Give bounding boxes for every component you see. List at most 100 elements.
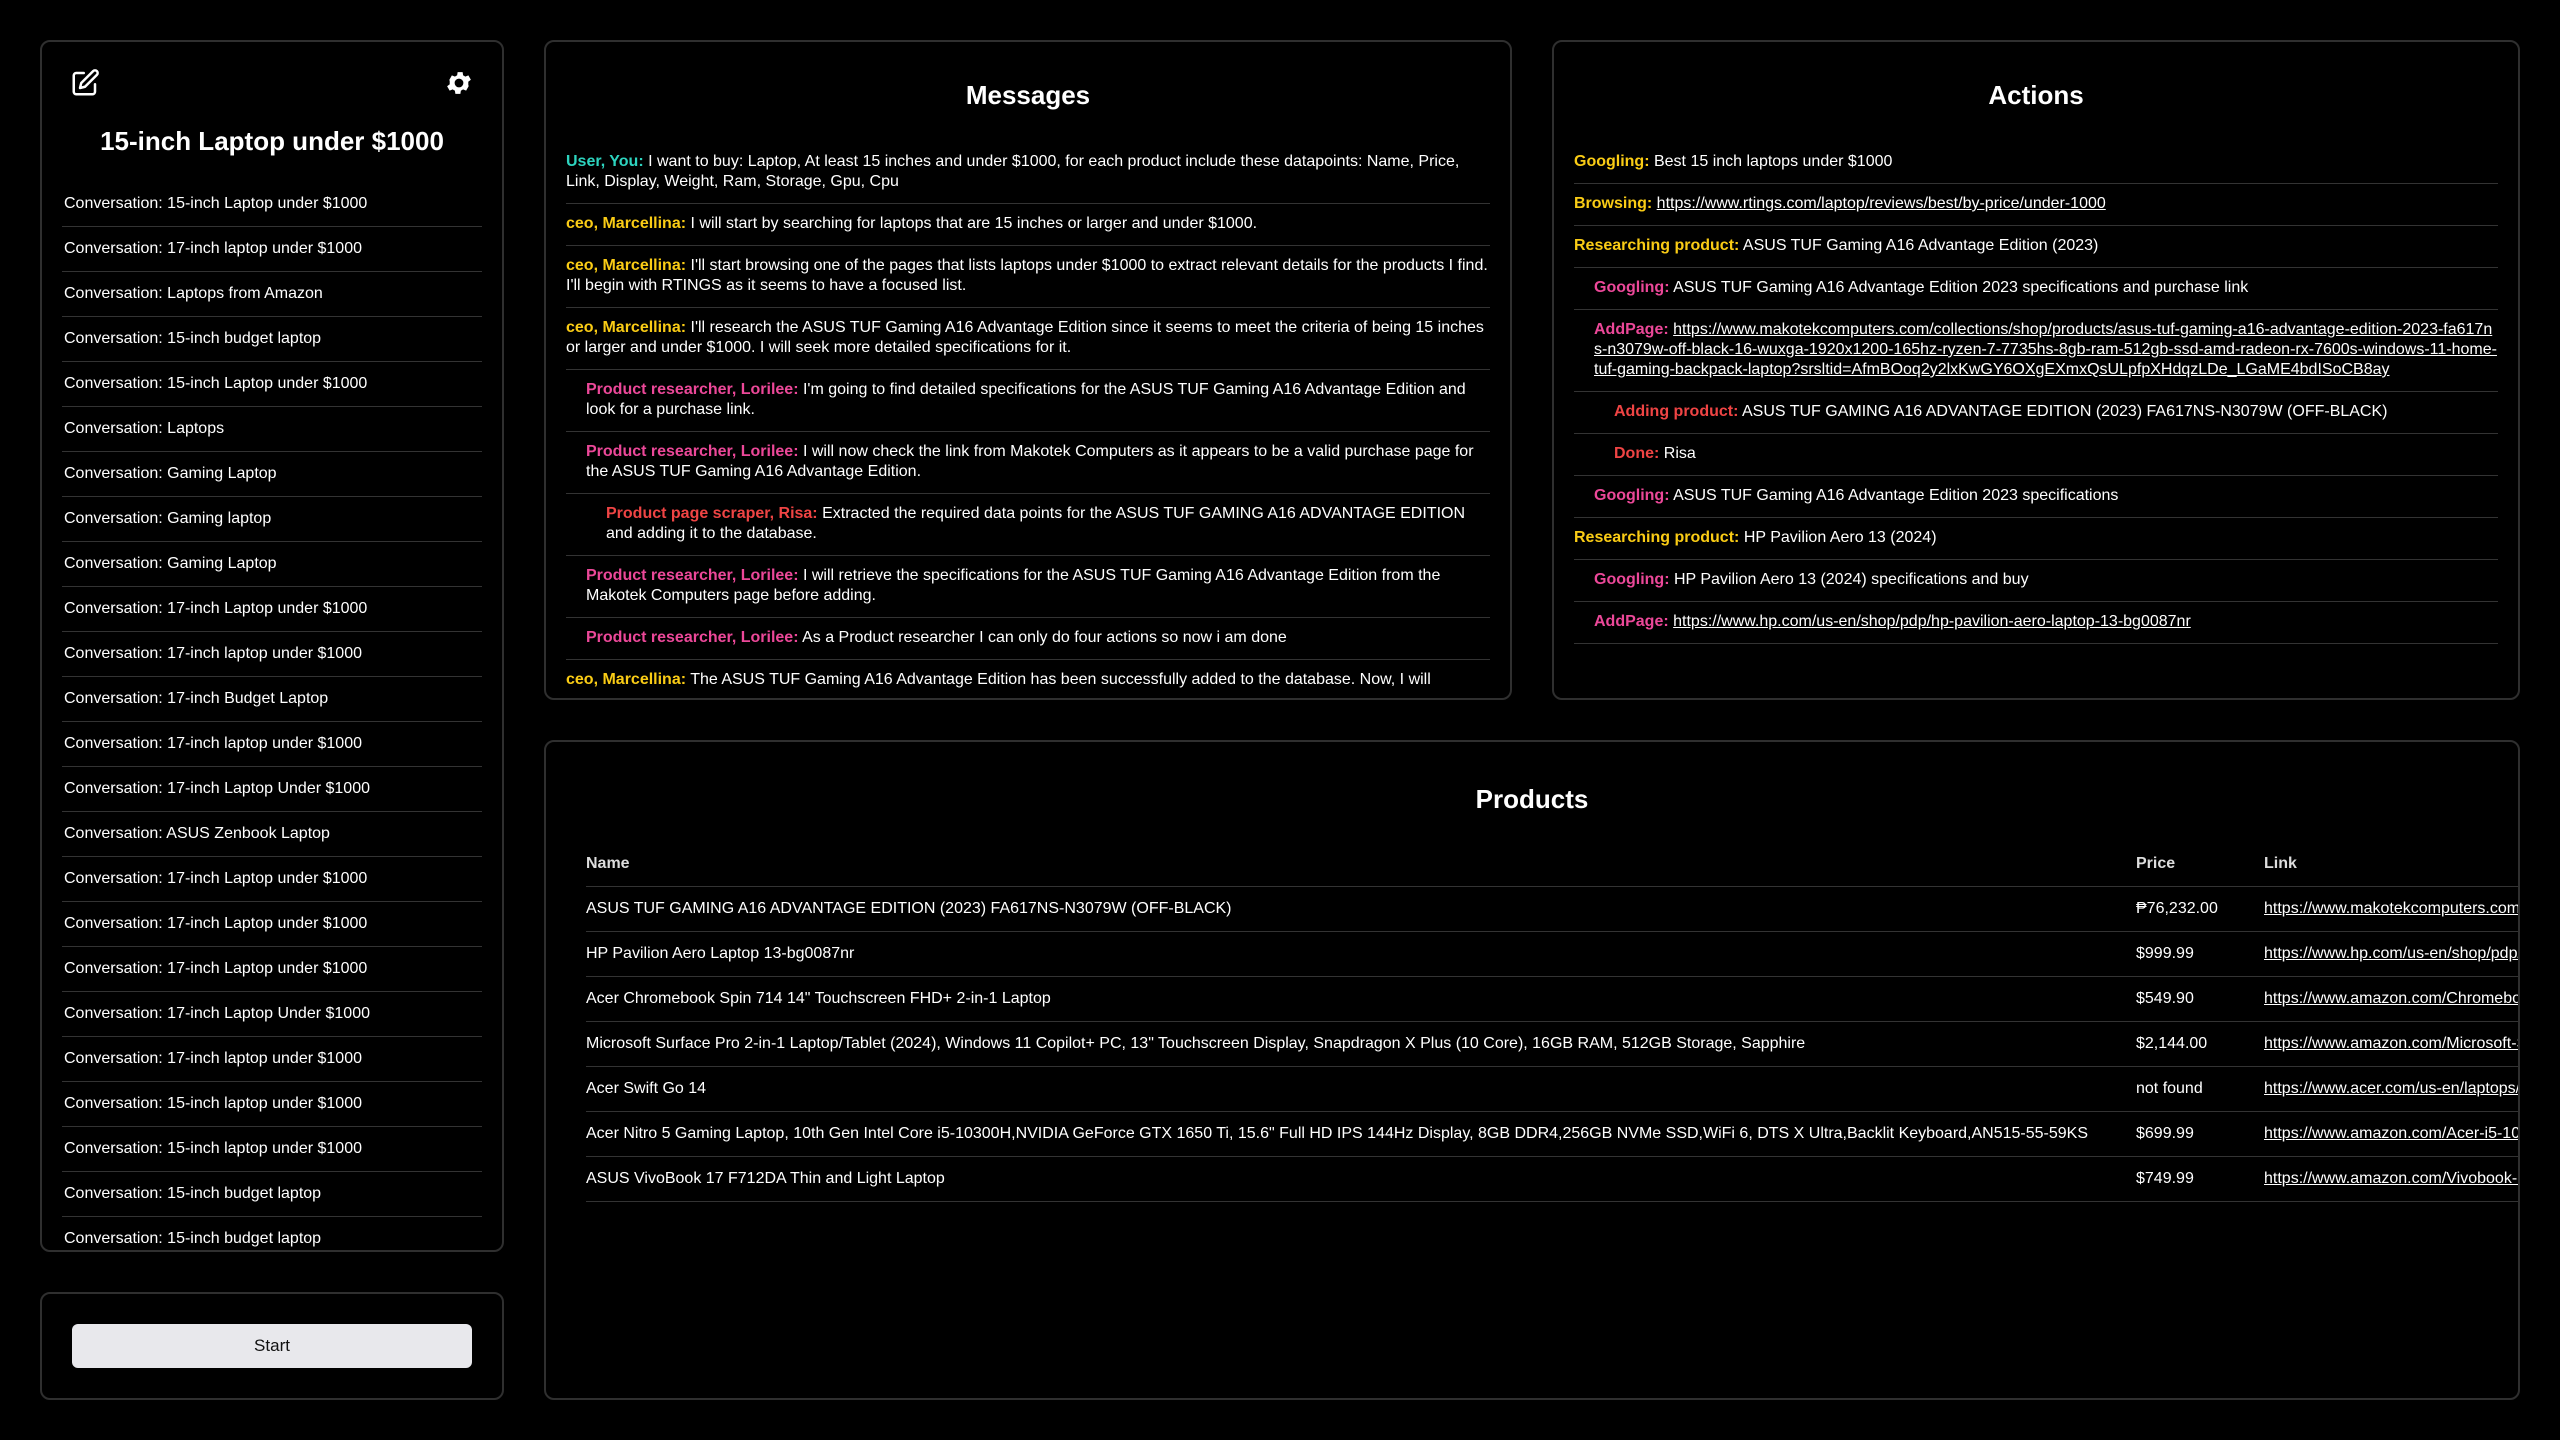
product-link[interactable]: https://www.amazon.com/Acer-i5-10300H [2264,1125,2518,1142]
action-text: HP Pavilion Aero 13 (2024) specification… [1673,571,2029,588]
conversation-item[interactable]: Conversation: 17-inch laptop under $1000 [62,722,482,767]
conversation-item[interactable]: Conversation: Gaming Laptop [62,452,482,497]
action-item: Done: Risa [1574,434,2498,476]
action-item: Googling: ASUS TUF Gaming A16 Advantage … [1574,268,2498,310]
message-speaker: ceo, Marcellina: [566,257,687,274]
message-item: Product researcher, Lorilee: I'm going t… [566,370,1490,432]
action-label: Adding product: [1614,403,1739,420]
conversation-item[interactable]: Conversation: Gaming laptop [62,497,482,542]
action-link[interactable]: https://www.rtings.com/laptop/reviews/be… [1657,195,2106,212]
conversation-item[interactable]: Conversation: 17-inch laptop under $1000 [62,227,482,272]
product-link-cell: https://www.acer.com/us-en/laptops/swift… [2264,1066,2518,1112]
action-text: ASUS TUF Gaming A16 Advantage Edition 20… [1673,487,2119,504]
message-item: Product researcher, Lorilee: As a Produc… [566,618,1490,660]
table-row: ASUS TUF GAMING A16 ADVANTAGE EDITION (2… [586,886,2518,932]
conversation-item[interactable]: Conversation: ASUS Zenbook Laptop [62,812,482,857]
action-label: AddPage: [1594,613,1669,630]
action-text: ASUS TUF Gaming A16 Advantage Edition 20… [1673,279,2249,296]
message-list: User, You: I want to buy: Laptop, At lea… [566,142,1490,698]
action-link[interactable]: https://www.makotekcomputers.com/collect… [1594,321,2497,378]
product-link[interactable]: https://www.hp.com/us-en/shop/pdp/hp-pav… [2264,945,2518,962]
message-speaker: Product researcher, Lorilee: [586,443,799,460]
message-item: Product researcher, Lorilee: I will retr… [566,556,1490,618]
product-name-cell: ASUS VivoBook 17 F712DA Thin and Light L… [586,1156,2136,1202]
start-button[interactable]: Start [72,1324,472,1368]
table-row: Acer Chromebook Spin 714 14" Touchscreen… [586,976,2518,1022]
gear-icon[interactable] [444,68,474,98]
edit-icon[interactable] [70,68,100,98]
action-label: Googling: [1594,279,1670,296]
table-row: ASUS VivoBook 17 F712DA Thin and Light L… [586,1156,2518,1202]
conversation-item[interactable]: Conversation: 17-inch Laptop under $1000 [62,857,482,902]
message-text: I'll start browsing one of the pages tha… [566,257,1488,294]
product-price-cell: $549.90 [2136,976,2264,1022]
messages-panel: Messages User, You: I want to buy: Lapto… [544,40,1512,700]
start-panel: Start [40,1292,504,1400]
conversation-item[interactable]: Conversation: 15-inch laptop under $1000 [62,1127,482,1172]
message-item: ceo, Marcellina: I will start by searchi… [566,204,1490,246]
message-speaker: ceo, Marcellina: [566,319,687,336]
action-item: Browsing: https://www.rtings.com/laptop/… [1574,184,2498,226]
conversation-item[interactable]: Conversation: 17-inch laptop under $1000 [62,632,482,677]
conversation-item[interactable]: Conversation: 17-inch Laptop under $1000 [62,587,482,632]
product-link[interactable]: https://www.amazon.com/Microsoft-Surface… [2264,1035,2518,1052]
product-link-cell: https://www.amazon.com/Microsoft-Surface… [2264,1021,2518,1067]
actions-panel: Actions Googling: Best 15 inch laptops u… [1552,40,2520,700]
product-link[interactable]: https://www.acer.com/us-en/laptops/swift… [2264,1080,2518,1097]
conversation-item[interactable]: Conversation: 17-inch Laptop under $1000 [62,902,482,947]
product-name-cell: HP Pavilion Aero Laptop 13-bg0087nr [586,931,2136,977]
product-name-cell: Acer Swift Go 14 [586,1066,2136,1112]
conversation-item[interactable]: Conversation: 15-inch budget laptop [62,1172,482,1217]
conversation-item[interactable]: Conversation: 17-inch Laptop Under $1000 [62,992,482,1037]
product-link-cell: https://www.makotekcomputers.com/collect… [2264,886,2518,932]
action-label: Googling: [1594,571,1670,588]
conversation-item[interactable]: Conversation: 17-inch Budget Laptop [62,677,482,722]
message-text: I will start by searching for laptops th… [690,215,1258,232]
action-item: Googling: Best 15 inch laptops under $10… [1574,142,2498,184]
message-item: User, You: I want to buy: Laptop, At lea… [566,142,1490,204]
product-name-cell: Acer Nitro 5 Gaming Laptop, 10th Gen Int… [586,1111,2136,1157]
conversations-panel: 15-inch Laptop under $1000 Conversation:… [40,40,504,1252]
conversation-item[interactable]: Conversation: 15-inch budget laptop [62,1217,482,1250]
message-speaker: Product page scraper, Risa: [606,505,818,522]
conversation-item[interactable]: Conversation: 15-inch Laptop under $1000 [62,362,482,407]
message-speaker: ceo, Marcellina: [566,671,687,688]
table-row: HP Pavilion Aero Laptop 13-bg0087nr $999.… [586,931,2518,977]
message-speaker: ceo, Marcellina: [566,215,687,232]
action-item: AddPage: https://www.makotekcomputers.co… [1574,310,2498,392]
product-price-cell: $2,144.00 [2136,1021,2264,1067]
products-panel: Products Name Price Link ASUS TUF GAMING… [544,740,2520,1400]
table-row: Acer Swift Go 14 not found https://www.ace… [586,1066,2518,1112]
action-link[interactable]: https://www.hp.com/us-en/shop/pdp/hp-pav… [1673,613,2191,630]
message-speaker: Product researcher, Lorilee: [586,629,799,646]
product-name-cell: ASUS TUF GAMING A16 ADVANTAGE EDITION (2… [586,886,2136,932]
conversation-item[interactable]: Conversation: Laptops from Amazon [62,272,482,317]
conversation-item[interactable]: Conversation: 17-inch laptop under $1000 [62,1037,482,1082]
product-name-cell: Microsoft Surface Pro 2-in-1 Laptop/Tabl… [586,1021,2136,1067]
conversation-item[interactable]: Conversation: Gaming Laptop [62,542,482,587]
action-text: Risa [1663,445,1696,462]
action-text: ASUS TUF Gaming A16 Advantage Edition (2… [1742,237,2099,254]
column-header-link: Link [2264,842,2518,887]
product-link[interactable]: https://www.makotekcomputers.com/collect… [2264,900,2518,917]
product-link[interactable]: https://www.amazon.com/Vivobook-17 [2264,1170,2518,1187]
message-speaker: Product researcher, Lorilee: [586,567,799,584]
conversation-item[interactable]: Conversation: 15-inch Laptop under $1000 [62,182,482,227]
product-link[interactable]: https://www.amazon.com/Chromebook-Spin-7… [2264,990,2518,1007]
conversation-item[interactable]: Conversation: Laptops [62,407,482,452]
conversation-item[interactable]: Conversation: 15-inch laptop under $1000 [62,1082,482,1127]
products-title: Products [1475,784,1589,814]
message-item: ceo, Marcellina: I'll start browsing one… [566,246,1490,308]
conversation-item[interactable]: Conversation: 15-inch budget laptop [62,317,482,362]
message-item: Product researcher, Lorilee: I will now … [566,432,1490,494]
actions-title: Actions [1988,80,2084,110]
product-name-cell: Acer Chromebook Spin 714 14" Touchscreen… [586,976,2136,1022]
message-text: The ASUS TUF Gaming A16 Advantage Editio… [690,671,1431,688]
conversation-item[interactable]: Conversation: 17-inch Laptop under $1000 [62,947,482,992]
action-item: Googling: HP Pavilion Aero 13 (2024) spe… [1574,560,2498,602]
action-item: Researching product: ASUS TUF Gaming A16… [1574,226,2498,268]
conversation-item[interactable]: Conversation: 17-inch Laptop Under $1000 [62,767,482,812]
action-text: HP Pavilion Aero 13 (2024) [1743,529,1937,546]
action-item: Googling: ASUS TUF Gaming A16 Advantage … [1574,476,2498,518]
conversation-list: Conversation: 15-inch Laptop under $1000… [62,182,482,1250]
